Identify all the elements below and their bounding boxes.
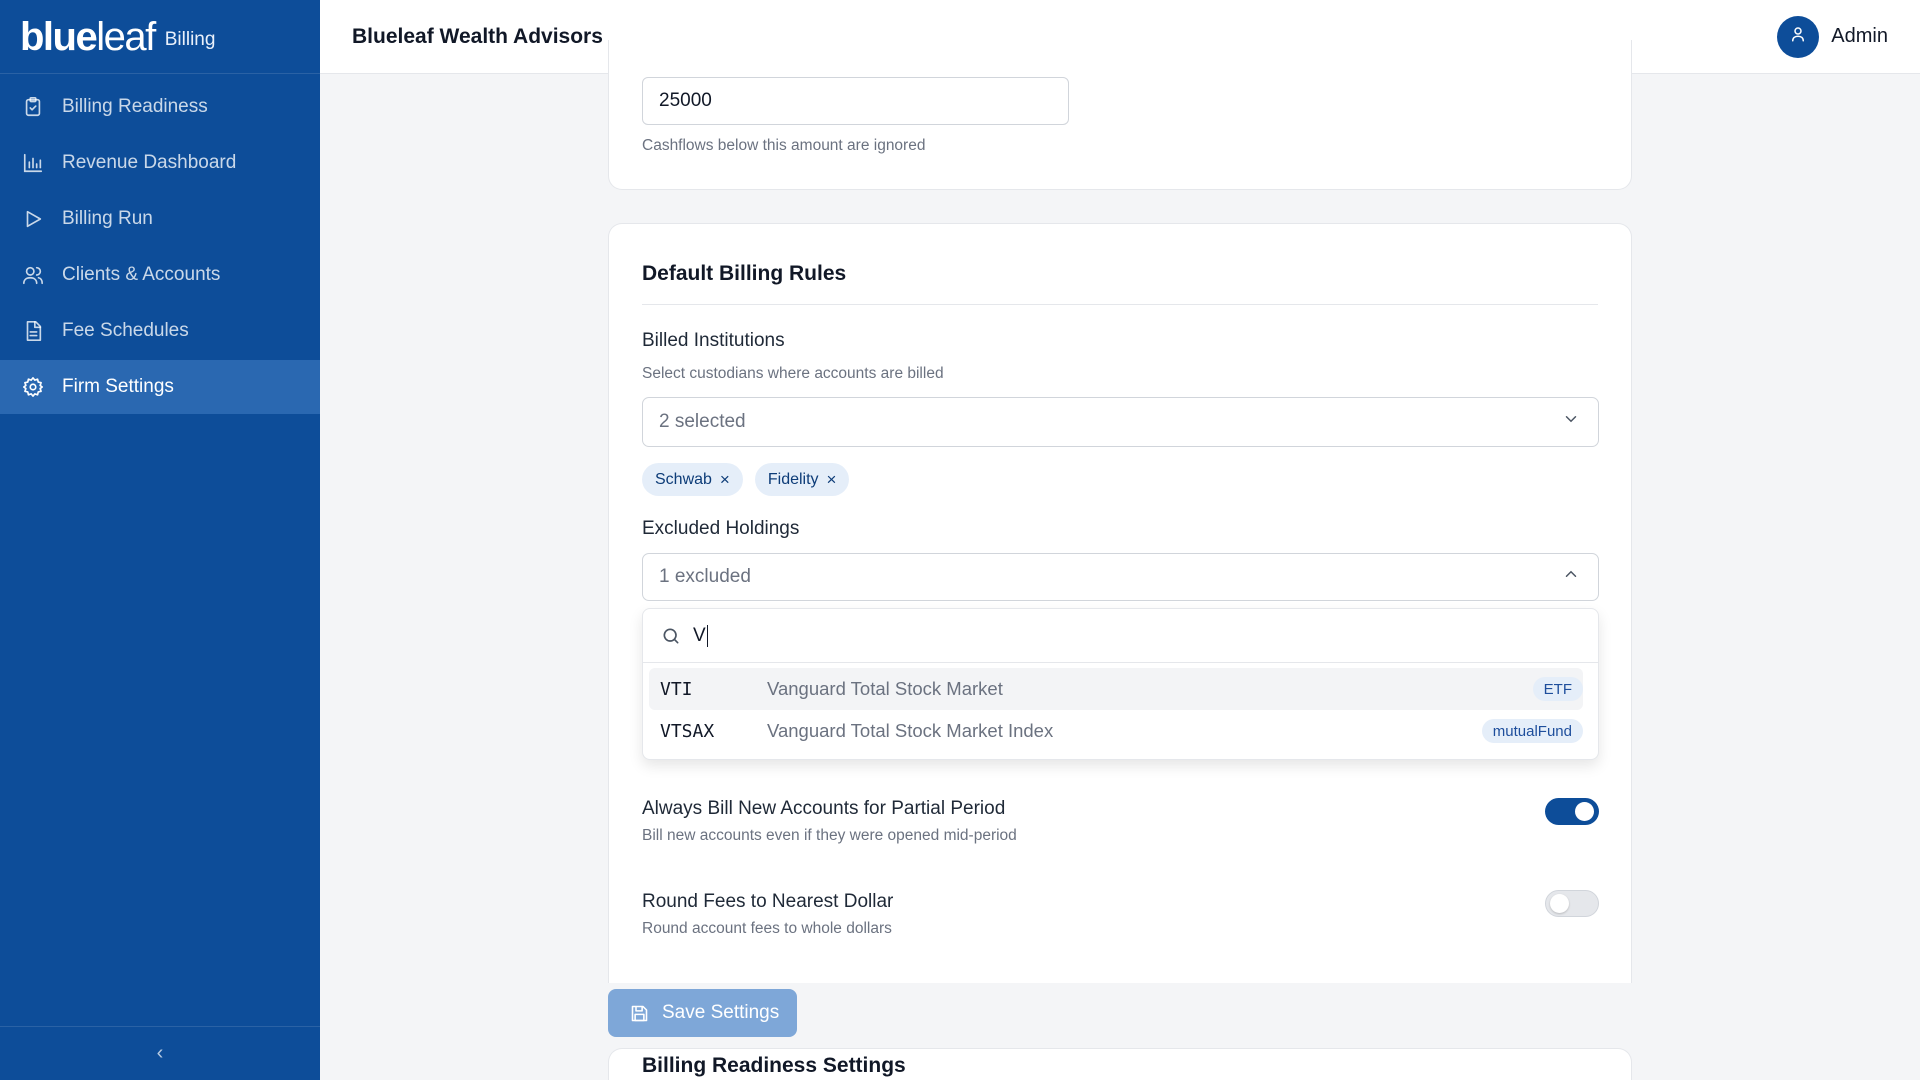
sidebar-item-firm-settings[interactable]: Firm Settings — [0, 360, 320, 414]
close-icon[interactable]: × — [720, 470, 730, 490]
partial-period-help: Bill new accounts even if they were open… — [642, 827, 1017, 844]
ticker: VTI — [660, 678, 693, 700]
select-value: 1 excluded — [659, 566, 751, 587]
sidebar-item-label: Fee Schedules — [62, 320, 189, 341]
billed-institutions-label: Billed Institutions — [642, 330, 785, 351]
sidebar-item-label: Firm Settings — [62, 376, 174, 397]
close-icon[interactable]: × — [827, 470, 837, 490]
chip-label: Schwab — [655, 470, 712, 488]
round-fees-label: Round Fees to Nearest Dollar — [642, 891, 894, 912]
chevron-down-icon — [1562, 410, 1580, 434]
document-icon — [22, 320, 44, 342]
collapse-sidebar-button[interactable]: ‹ — [0, 1026, 320, 1080]
bar-chart-icon — [22, 152, 44, 174]
text-cursor — [706, 624, 708, 647]
fund-name: Vanguard Total Stock Market Index — [767, 720, 1054, 741]
sidebar-item-fee-schedules[interactable]: Fee Schedules — [0, 304, 320, 358]
gear-icon — [22, 376, 44, 398]
default-billing-rules-card: Default Billing Rules Billed Institution… — [608, 223, 1632, 983]
sidebar-item-clients-accounts[interactable]: Clients & Accounts — [0, 248, 320, 302]
sidebar-item-label: Clients & Accounts — [62, 264, 221, 285]
chevron-up-icon — [1562, 565, 1580, 589]
holding-option-vti[interactable]: VTI Vanguard Total Stock Market ETF — [649, 668, 1583, 710]
fund-name: Vanguard Total Stock Market — [767, 678, 1003, 699]
billed-institutions-select[interactable]: 2 selected — [642, 397, 1599, 447]
search-value: V — [693, 624, 706, 646]
cashflow-threshold-card: 25000 Cashflows below this amount are ig… — [608, 40, 1632, 190]
search-icon — [661, 626, 681, 646]
chip-schwab: Schwab × — [642, 463, 743, 496]
chevron-left-icon: ‹ — [156, 1042, 164, 1064]
excluded-holdings-select[interactable]: 1 excluded — [642, 553, 1599, 601]
cashflow-threshold-input[interactable]: 25000 — [642, 77, 1069, 125]
save-settings-button[interactable]: Save Settings — [608, 989, 797, 1037]
round-fees-toggle[interactable] — [1545, 890, 1599, 917]
brand[interactable]: blueleaf Billing — [0, 0, 320, 74]
section-title: Billing Readiness Settings — [642, 1054, 906, 1077]
play-icon — [22, 208, 44, 230]
sidebar-item-label: Revenue Dashboard — [62, 152, 237, 173]
sidebar-item-billing-run[interactable]: Billing Run — [0, 192, 320, 246]
section-title: Default Billing Rules — [642, 262, 847, 285]
toggle-knob — [1575, 802, 1594, 821]
holdings-dropdown: V VTI Vanguard Total Stock Market ETF VT… — [642, 608, 1599, 760]
product-name: Billing — [164, 28, 216, 50]
institution-chips: Schwab × Fidelity × — [642, 463, 861, 496]
billed-institutions-help: Select custodians where accounts are bil… — [642, 365, 944, 382]
user-name: Admin — [1831, 25, 1888, 47]
select-value: 2 selected — [659, 411, 746, 432]
clipboard-check-icon — [22, 96, 44, 118]
sidebar-item-label: Billing Run — [62, 208, 153, 229]
cashflow-threshold-help: Cashflows below this amount are ignored — [642, 137, 926, 154]
round-fees-help: Round account fees to whole dollars — [642, 920, 892, 937]
save-button-label: Save Settings — [662, 1002, 780, 1023]
avatar[interactable] — [1777, 15, 1820, 58]
chip-fidelity: Fidelity × — [754, 463, 850, 496]
sidebar-item-billing-readiness[interactable]: Billing Readiness — [0, 80, 320, 134]
sidebar-item-revenue-dashboard[interactable]: Revenue Dashboard — [0, 136, 320, 190]
users-icon — [22, 264, 44, 286]
sidebar: blueleaf Billing Billing Readiness Reven… — [0, 0, 320, 1080]
holdings-search-input[interactable]: V — [643, 609, 1598, 663]
holding-type-badge: ETF — [1532, 677, 1583, 701]
billing-readiness-settings-card: Billing Readiness Settings — [608, 1048, 1632, 1080]
holding-option-vtsax[interactable]: VTSAX Vanguard Total Stock Market Index … — [649, 710, 1583, 752]
partial-period-toggle[interactable] — [1545, 798, 1599, 825]
partial-period-label: Always Bill New Accounts for Partial Per… — [642, 798, 1006, 819]
user-menu[interactable]: Admin — [1777, 15, 1888, 58]
toggle-knob — [1550, 894, 1569, 913]
ticker: VTSAX — [660, 720, 715, 742]
holding-type-badge: mutualFund — [1481, 719, 1583, 743]
excluded-holdings-label: Excluded Holdings — [642, 518, 800, 539]
chip-label: Fidelity — [767, 470, 819, 488]
firm-name: Blueleaf Wealth Advisors — [352, 24, 603, 48]
divider — [642, 304, 1598, 305]
sidebar-nav: Billing Readiness Revenue Dashboard Bill… — [0, 80, 320, 414]
sidebar-item-label: Billing Readiness — [62, 96, 208, 117]
logo: blueleaf — [20, 14, 156, 59]
save-icon — [629, 1003, 650, 1024]
user-icon — [1789, 25, 1807, 48]
